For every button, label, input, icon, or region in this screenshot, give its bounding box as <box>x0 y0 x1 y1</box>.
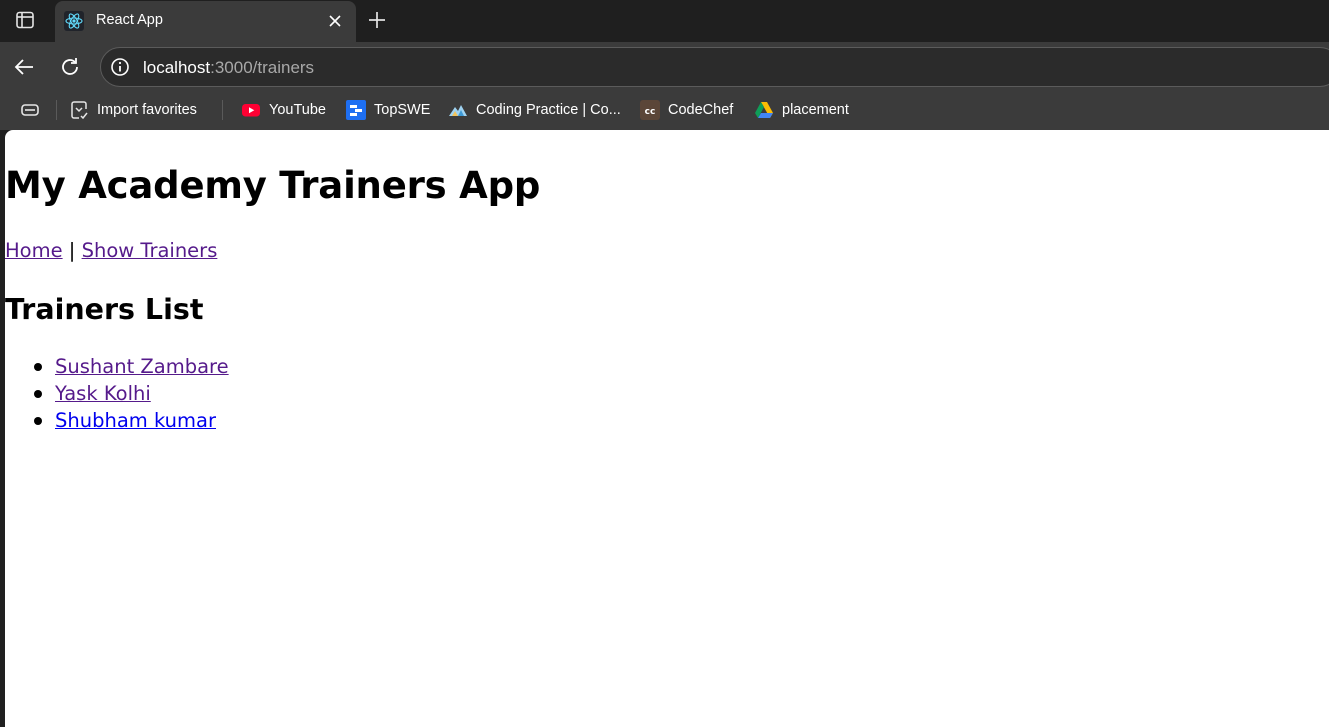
reload-button[interactable] <box>55 52 85 82</box>
google-drive-icon <box>754 100 774 120</box>
bookmark-label: placement <box>782 102 849 118</box>
tab-actions-icon <box>16 11 34 29</box>
address-bar[interactable]: localhost:3000/trainers <box>100 47 1329 87</box>
home-link[interactable]: Home <box>5 239 63 262</box>
bookmark-label: TopSWE <box>374 102 431 118</box>
show-trainers-link[interactable]: Show Trainers <box>82 239 218 262</box>
tab-strip: React App <box>0 0 1329 42</box>
coding-practice-icon <box>448 100 468 120</box>
codechef-icon: cc <box>640 100 660 120</box>
url-path: :3000/trainers <box>210 58 315 77</box>
svg-text:cc: cc <box>645 107 656 117</box>
new-tab-button[interactable] <box>362 6 392 34</box>
site-info-button[interactable] <box>109 56 131 78</box>
list-item: Shubham kumar <box>5 409 229 436</box>
tab-close-button[interactable] <box>323 10 347 32</box>
bookmark-separator <box>56 100 57 120</box>
collections-icon <box>21 104 39 116</box>
list-item: Sushant Zambare <box>5 355 229 382</box>
bookmark-codechef[interactable]: cc CodeChef <box>640 98 733 122</box>
bookmark-label: CodeChef <box>668 102 734 118</box>
collections-button[interactable] <box>18 99 42 121</box>
bookmark-coding-practice[interactable]: Coding Practice | Co... <box>448 98 621 122</box>
react-logo-icon <box>63 10 85 32</box>
active-tab[interactable]: React App <box>55 1 356 42</box>
reload-icon <box>62 58 78 75</box>
trainer-link[interactable]: Yask Kolhi <box>55 382 151 405</box>
section-title: Trainers List <box>5 293 204 326</box>
browser-toolbar: localhost:3000/trainers <box>0 42 1329 90</box>
bookmark-label: Coding Practice | Co... <box>476 102 621 118</box>
page-title: My Academy Trainers App <box>5 164 541 207</box>
youtube-icon <box>241 100 261 120</box>
url-host: localhost <box>143 58 211 77</box>
bookmarks-bar: Import favorites YouTube TopSWE Coding P… <box>0 90 1329 130</box>
trainer-link[interactable]: Sushant Zambare <box>55 355 229 378</box>
bookmark-placement[interactable]: placement <box>754 98 849 122</box>
page-viewport: My Academy Trainers App Home | Show Trai… <box>5 130 1329 727</box>
bookmark-label: Import favorites <box>97 102 197 118</box>
trainer-list: Sushant Zambare Yask Kolhi Shubham kumar <box>5 355 229 436</box>
back-button[interactable] <box>9 52 39 82</box>
bookmark-youtube[interactable]: YouTube <box>241 98 326 122</box>
page-nav: Home | Show Trainers <box>5 239 217 262</box>
list-item: Yask Kolhi <box>5 382 229 409</box>
tab-title: React App <box>96 12 163 28</box>
tab-actions-button[interactable] <box>9 6 41 34</box>
close-icon <box>329 15 341 27</box>
trainer-link[interactable]: Shubham kumar <box>55 409 216 432</box>
bookmark-topswe[interactable]: TopSWE <box>346 98 430 122</box>
import-favorites-icon <box>69 100 89 120</box>
bookmark-label: YouTube <box>269 102 326 118</box>
bookmark-separator <box>222 100 223 120</box>
arrow-left-icon <box>14 59 33 75</box>
info-icon <box>111 58 129 76</box>
bookmark-import-favorites[interactable]: Import favorites <box>69 98 197 122</box>
url-text: localhost:3000/trainers <box>143 58 314 78</box>
plus-icon <box>369 12 385 28</box>
nav-separator: | <box>68 239 76 262</box>
topswe-icon <box>346 100 366 120</box>
browser-window: React App localhost:3000/trainers Import… <box>0 0 1329 727</box>
